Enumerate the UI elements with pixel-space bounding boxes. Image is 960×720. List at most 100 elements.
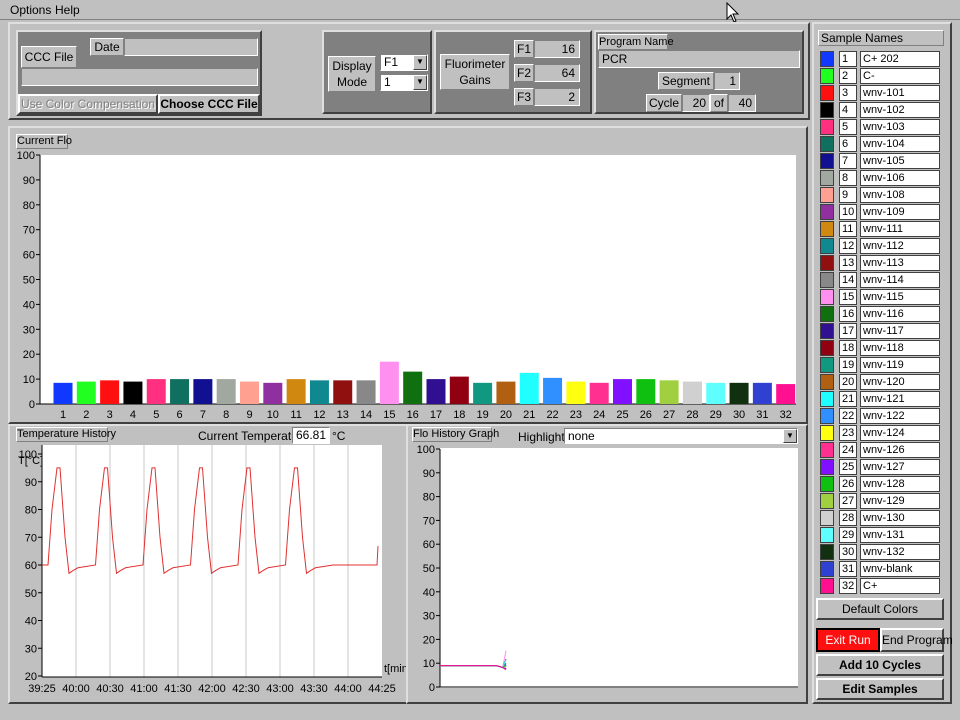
sample-color-swatch[interactable] [820,153,834,169]
sample-color-swatch[interactable] [820,561,834,577]
sample-name-field[interactable]: wnv-132 [860,544,940,560]
sample-color-swatch[interactable] [820,476,834,492]
sample-name-field[interactable]: wnv-114 [860,272,940,288]
sample-color-swatch[interactable] [820,425,834,441]
sample-color-swatch[interactable] [820,442,834,458]
sample-name-field[interactable]: wnv-130 [860,510,940,526]
sample-name-field[interactable]: wnv-116 [860,306,940,322]
sample-color-swatch[interactable] [820,578,834,594]
sample-name-field[interactable]: wnv-127 [860,459,940,475]
sample-name-field[interactable]: wnv-128 [860,476,940,492]
sample-number: 28 [839,510,857,526]
sample-number: 8 [839,170,857,186]
sample-color-swatch[interactable] [820,459,834,475]
sample-name-field[interactable]: wnv-121 [860,391,940,407]
sample-number: 12 [839,238,857,254]
sample-name-field[interactable]: wnv-106 [860,170,940,186]
sample-color-swatch[interactable] [820,306,834,322]
sample-color-swatch[interactable] [820,255,834,271]
sample-name-field[interactable]: wnv-102 [860,102,940,118]
sample-color-swatch[interactable] [820,170,834,186]
y-tick-label: 90 [423,468,435,480]
sample-number: 32 [839,578,857,594]
sample-name-field[interactable]: wnv-115 [860,289,940,305]
sample-number: 18 [839,340,857,356]
sample-number: 3 [839,85,857,101]
sample-color-swatch[interactable] [820,374,834,390]
sample-color-swatch[interactable] [820,323,834,339]
flo-history-series-line [440,659,507,669]
sample-name-field[interactable]: wnv-111 [860,221,940,237]
y-tick-label: 60 [423,539,435,551]
flo-history-line-chart: 1009080706050403020100 [417,444,798,694]
sample-color-swatch[interactable] [820,340,834,356]
sample-number: 30 [839,544,857,560]
sample-name-field[interactable]: wnv-112 [860,238,940,254]
sample-name-field[interactable]: C- [860,68,940,84]
sample-color-swatch[interactable] [820,204,834,220]
sample-name-field[interactable]: wnv-113 [860,255,940,271]
sample-number: 26 [839,476,857,492]
sample-color-swatch[interactable] [820,527,834,543]
sample-color-swatch[interactable] [820,238,834,254]
sample-name-field[interactable]: wnv-118 [860,340,940,356]
exit-run-button[interactable]: Exit Run [816,628,880,652]
sample-name-field[interactable]: wnv-101 [860,85,940,101]
sample-name-field[interactable]: wnv-108 [860,187,940,203]
sample-name-field[interactable]: wnv-103 [860,119,940,135]
sample-color-swatch[interactable] [820,102,834,118]
sample-color-swatch[interactable] [820,187,834,203]
sample-color-swatch[interactable] [820,391,834,407]
sample-number: 6 [839,136,857,152]
sample-number: 23 [839,425,857,441]
sample-number: 15 [839,289,857,305]
sample-color-swatch[interactable] [820,510,834,526]
sample-name-field[interactable]: wnv-109 [860,204,940,220]
sample-name-field[interactable]: C+ 202 [860,51,940,67]
sample-name-field[interactable]: wnv-117 [860,323,940,339]
sample-number: 5 [839,119,857,135]
sample-names-header: Sample Names [818,30,944,46]
sample-number: 25 [839,459,857,475]
sample-name-field[interactable]: C+ [860,578,940,594]
end-program-button[interactable]: End Program [880,628,953,652]
sample-name-field[interactable]: wnv-120 [860,374,940,390]
sample-color-swatch[interactable] [820,136,834,152]
sample-name-field[interactable]: wnv-blank [860,561,940,577]
edit-samples-button[interactable]: Edit Samples [816,678,944,700]
sample-name-field[interactable]: wnv-126 [860,442,940,458]
sample-color-swatch[interactable] [820,357,834,373]
sample-name-field[interactable]: wnv-105 [860,153,940,169]
sample-number: 14 [839,272,857,288]
flo-history-series-line [440,659,507,669]
sample-name-field[interactable]: wnv-124 [860,425,940,441]
flo-history-series-line [440,665,507,671]
sample-color-swatch[interactable] [820,85,834,101]
sample-color-swatch[interactable] [820,408,834,424]
sample-name-field[interactable]: wnv-119 [860,357,940,373]
sample-number: 13 [839,255,857,271]
sample-name-field[interactable]: wnv-122 [860,408,940,424]
sample-color-swatch[interactable] [820,544,834,560]
y-tick-label: 30 [423,611,435,623]
sample-name-field[interactable]: wnv-104 [860,136,940,152]
sample-name-field[interactable]: wnv-131 [860,527,940,543]
default-colors-button[interactable]: Default Colors [816,598,944,620]
sample-color-swatch[interactable] [820,221,834,237]
sample-color-swatch[interactable] [820,289,834,305]
sample-color-swatch[interactable] [820,493,834,509]
sample-number: 9 [839,187,857,203]
sample-color-swatch[interactable] [820,119,834,135]
sample-number: 4 [839,102,857,118]
flo-history-series-line [440,650,507,669]
sample-number: 16 [839,306,857,322]
y-tick-label: 50 [423,563,435,575]
sample-number: 11 [839,221,857,237]
sample-color-swatch[interactable] [820,51,834,67]
sample-number: 31 [839,561,857,577]
sample-name-field[interactable]: wnv-129 [860,493,940,509]
y-tick-label: 10 [423,658,435,670]
add-10-cycles-button[interactable]: Add 10 Cycles [816,654,944,676]
sample-color-swatch[interactable] [820,272,834,288]
sample-color-swatch[interactable] [820,68,834,84]
